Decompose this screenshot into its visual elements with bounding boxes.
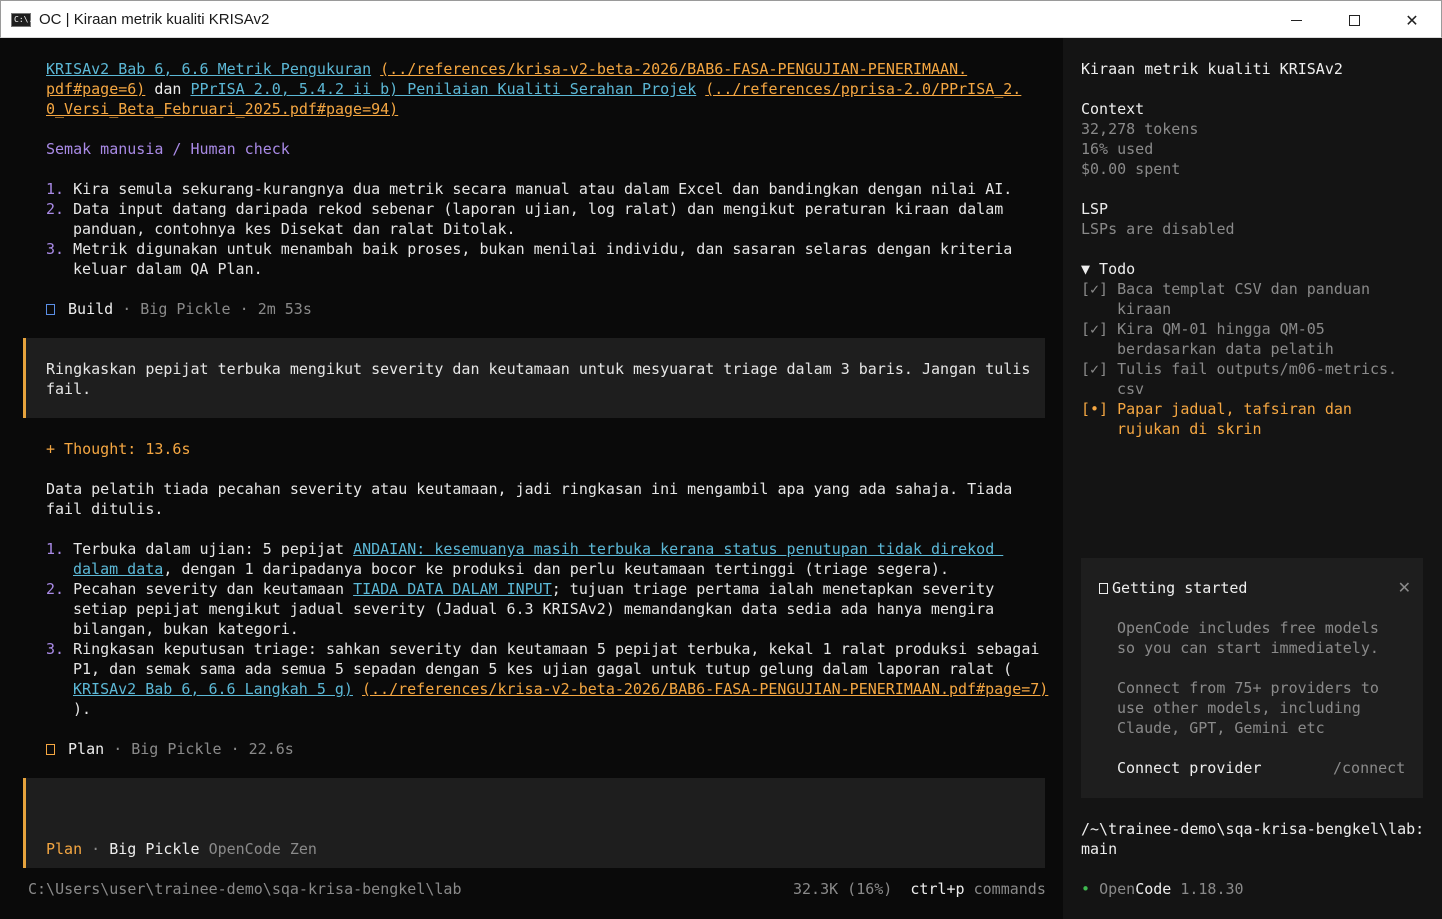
todo-item-continuation: rujukan di skrin <box>1117 420 1262 438</box>
reference-path-link[interactable]: pdf#page=6) <box>46 80 145 98</box>
context-heading: Context <box>1081 100 1145 118</box>
build-meta: Build · Big Pickle · 2m 53s <box>46 299 312 319</box>
maximize-button[interactable] <box>1325 1 1383 39</box>
todo-heading[interactable]: ▼ Todo <box>1081 259 1135 279</box>
app-footer: • OpenCode 1.18.30 <box>1081 879 1244 899</box>
plan-meta: Plan · Big Pickle · 22.6s <box>46 739 294 759</box>
provider-name: OpenCode Zen <box>208 840 317 858</box>
reference-path-link[interactable]: 0_Versi_Beta_Februari_2025.pdf#page=94) <box>46 100 398 118</box>
user-prompt-text: fail. <box>46 380 92 398</box>
cwd-branch: main <box>1081 840 1118 858</box>
todo-item-continuation: berdasarkan data pelatih <box>1117 340 1334 358</box>
close-window-button[interactable]: ✕ <box>1383 1 1441 39</box>
getting-started-text: Connect from 75+ providers to <box>1117 679 1379 697</box>
plan-mode-icon <box>46 740 59 758</box>
getting-started-text: OpenCode includes free models <box>1117 619 1379 637</box>
input-status: Plan · Big Pickle OpenCode Zen <box>46 840 317 858</box>
list-item-continuation: keluar dalam QA Plan. <box>73 260 263 278</box>
list-item-continuation: P1, dan semak sama ada semua 5 sepadan d… <box>73 660 1013 678</box>
todo-check: [✓] <box>1081 320 1109 338</box>
working-directory: C:\Users\user\trainee-demo\sqa-krisa-ben… <box>28 880 462 898</box>
list-item: 1. Kira semula sekurang-kurangnya dua me… <box>46 180 1013 198</box>
context-used: 16% used <box>1081 140 1154 158</box>
list-item: 1. Terbuka dalam ujian: 5 pepijat ANDAIA… <box>46 540 1004 558</box>
lsp-status: LSPs are disabled <box>1081 220 1235 238</box>
getting-started-text: use other models, including <box>1117 699 1361 717</box>
close-icon: ✕ <box>1405 10 1419 30</box>
app-version: 1.18.30 <box>1180 880 1244 898</box>
context-usage: 32.3K (16%) <box>793 880 893 898</box>
list-item-continuation: KRISAv2 Bab 6, 6.6 Langkah 5 g) (../refe… <box>73 679 1048 699</box>
user-prompt-text: Ringkaskan pepijat terbuka mengikut seve… <box>46 360 1031 378</box>
assumption-link[interactable]: dalam data <box>73 560 163 578</box>
status-dot: • <box>1081 880 1091 898</box>
reference-link[interactable]: KRISAv2 Bab 6, 6.6 Langkah 5 g) <box>73 680 353 698</box>
list-item-continuation: panduan, contohnya kes Disekat dan ralat… <box>73 220 516 238</box>
todo-item-continuation: kiraan <box>1117 300 1172 318</box>
todo-item-active: [•] Papar jadual, tafsiran dan <box>1081 400 1352 418</box>
todo-item: [✓] Kira QM-01 hingga QM-05 <box>1081 320 1325 338</box>
list-item-continuation: bilangan, bukan kategori. <box>73 620 299 638</box>
reference-joiner: dan <box>154 80 182 98</box>
reference-link[interactable]: KRISAv2 Bab 6, 6.6 Metrik Pengukuran <box>46 60 371 78</box>
reference-link[interactable]: PPrISA 2.0, 5.4.2 ii b) Penilaian Kualit… <box>191 80 697 98</box>
list-item: 3. Ringkasan keputusan triage: sahkan se… <box>46 640 1040 658</box>
reply-text: fail ditulis. <box>46 500 164 518</box>
reference-line: 0_Versi_Beta_Februari_2025.pdf#page=94) <box>46 99 398 119</box>
todo-check: [✓] <box>1081 280 1109 298</box>
reference-line: pdf#page=6) dan PPrISA 2.0, 5.4.2 ii b) … <box>46 79 1021 99</box>
getting-started-text: Claude, GPT, Gemini etc <box>1117 719 1325 737</box>
session-title: Kiraan metrik kualiti KRISAv2 <box>1081 60 1343 78</box>
reference-path-link[interactable]: (../references/pprisa-2.0/PPrISA_2. <box>705 80 1021 98</box>
agent-mode[interactable]: Plan <box>46 840 82 858</box>
brand-open: Open <box>1099 880 1136 898</box>
thought-toggle[interactable]: + Thought: 13.6s <box>46 439 191 459</box>
list-item: 3. Metrik digunakan untuk menambah baik … <box>46 240 1013 258</box>
reply-text: Data pelatih tiada pecahan severity atau… <box>46 480 1013 498</box>
cwd-branch: /~\trainee-demo\sqa-krisa-bengkel\lab: <box>1081 820 1425 838</box>
no-data-link[interactable]: TIADA DATA DALAM INPUT <box>353 580 552 598</box>
getting-started-card: Getting started ✕ OpenCode includes free… <box>1081 558 1423 798</box>
build-mode-icon <box>46 300 59 318</box>
connect-command[interactable]: /connect <box>1333 758 1405 778</box>
list-item-continuation: ). <box>73 700 92 718</box>
terminal-app-icon: C:\. <box>11 13 33 27</box>
list-item: 2. Data input datang daripada rekod sebe… <box>46 200 1004 218</box>
assumption-link[interactable]: ANDAIAN: kesemuanya masih terbuka kerana… <box>353 540 1003 558</box>
connect-provider-button[interactable]: Connect provider <box>1117 758 1262 778</box>
human-check-heading: Semak manusia / Human check <box>46 140 290 158</box>
token-count: 32,278 tokens <box>1081 120 1199 138</box>
minimize-button[interactable] <box>1267 1 1325 39</box>
todo-check: [✓] <box>1081 360 1109 378</box>
close-card-button[interactable]: ✕ <box>1398 578 1411 598</box>
maximize-icon <box>1348 14 1360 26</box>
minimize-icon <box>1290 19 1302 21</box>
cost-spent: $0.00 spent <box>1081 160 1181 178</box>
list-item-continuation: setiap pepijat mengikut jadual severity … <box>73 600 995 618</box>
list-item: 2. Pecahan severity dan keutamaan TIADA … <box>46 580 995 598</box>
session-sidebar: Kiraan metrik kualiti KRISAv2 Context 32… <box>1063 38 1442 919</box>
todo-progress: [•] <box>1081 400 1109 418</box>
reference-path-link[interactable]: (../references/krisa-v2-beta-2026/BAB6-F… <box>380 60 967 78</box>
status-right: 32.3K (16%) ctrl+p commands <box>793 879 1046 899</box>
list-item-continuation: dalam data, dengan 1 daripadanya bocor k… <box>73 560 949 578</box>
brand-code: Code <box>1135 880 1172 898</box>
getting-started-text: so you can start immediately. <box>1117 639 1379 657</box>
todo-item-continuation: csv <box>1117 380 1145 398</box>
todo-item: [✓] Tulis fail outputs/m06-metrics. <box>1081 360 1398 378</box>
reference-path-link[interactable]: (../references/krisa-v2-beta-2026/BAB6-F… <box>362 680 1048 698</box>
commands-hint[interactable]: commands <box>974 880 1046 898</box>
window-title: OC | Kiraan metrik kualiti KRISAv2 <box>39 11 270 28</box>
reference-line: KRISAv2 Bab 6, 6.6 Metrik Pengukuran (..… <box>46 59 967 79</box>
getting-started-title: Getting started <box>1099 578 1247 598</box>
chat-transcript[interactable]: KRISAv2 Bab 6, 6.6 Metrik Pengukuran (..… <box>0 38 1063 919</box>
shortcut-key: ctrl+p <box>910 880 965 898</box>
getting-started-icon <box>1099 579 1112 597</box>
todo-item: [✓] Baca templat CSV dan panduan <box>1081 280 1370 298</box>
lsp-heading: LSP <box>1081 200 1109 218</box>
model-name[interactable]: Big Pickle <box>109 840 199 858</box>
window-titlebar[interactable]: C:\. OC | Kiraan metrik kualiti KRISAv2 … <box>0 0 1442 38</box>
